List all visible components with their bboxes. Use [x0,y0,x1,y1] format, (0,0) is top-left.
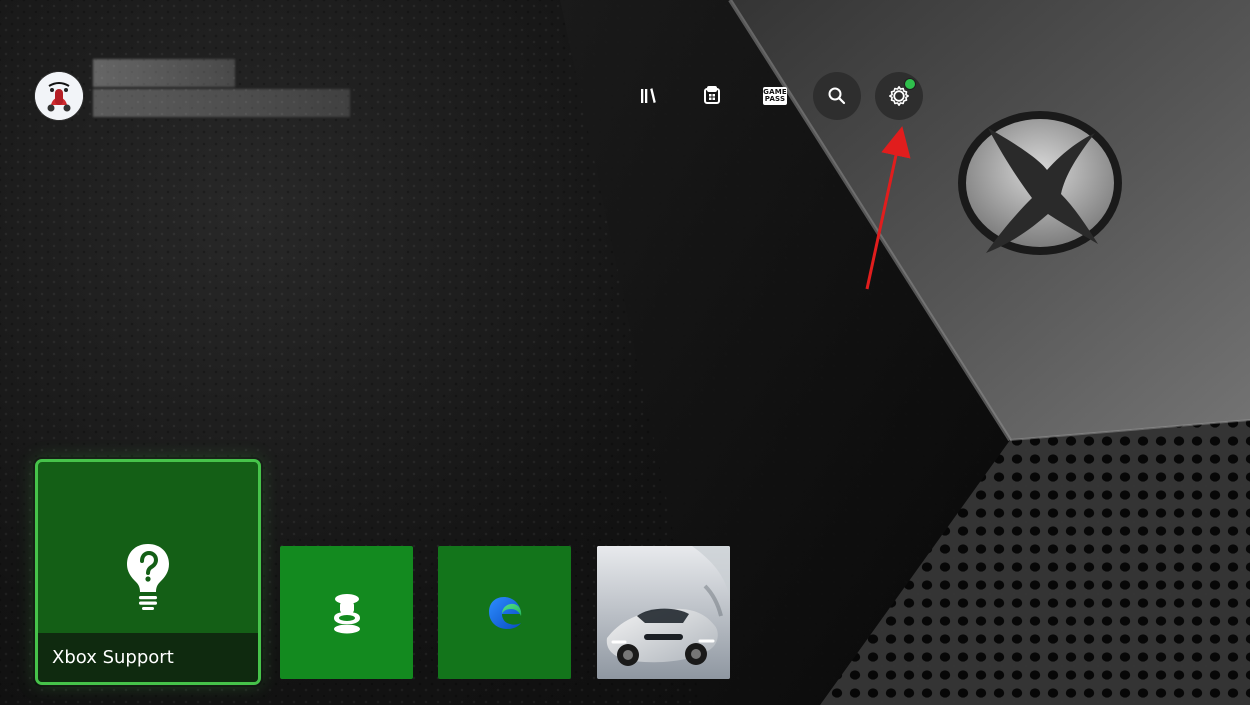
gamertag-redacted [93,59,235,87]
controller-tile-icon [333,593,360,633]
support-bulb-icon [127,544,169,610]
gamepass-button[interactable]: GAME PASS [751,72,799,120]
profile-area[interactable] [35,59,365,124]
edge-tile[interactable] [438,546,571,679]
library-icon [641,88,656,103]
store-button[interactable] [688,72,736,120]
settings-button[interactable] [875,72,923,120]
accessories-tile[interactable] [280,546,413,679]
gamepass-label: GAME PASS [763,87,787,105]
search-icon [828,87,846,105]
edge-icon [488,596,521,629]
xbox-support-tile[interactable]: Xbox Support [35,459,261,685]
status-redacted [93,89,350,117]
notification-dot [905,79,915,89]
avatar[interactable] [35,72,83,120]
xbox-support-label: Xbox Support [52,646,174,668]
search-button[interactable] [813,72,861,120]
xbox-home-screen: GAME PASS Xbox Support [0,0,1250,705]
library-button[interactable] [625,72,673,120]
forza-tile[interactable] [597,546,730,679]
race-car-artwork [597,546,730,679]
xbox-support-label-bar: Xbox Support [38,633,258,682]
top-navigation: GAME PASS [625,72,935,120]
scooter-avatar-icon [35,72,83,120]
store-icon [704,86,720,104]
